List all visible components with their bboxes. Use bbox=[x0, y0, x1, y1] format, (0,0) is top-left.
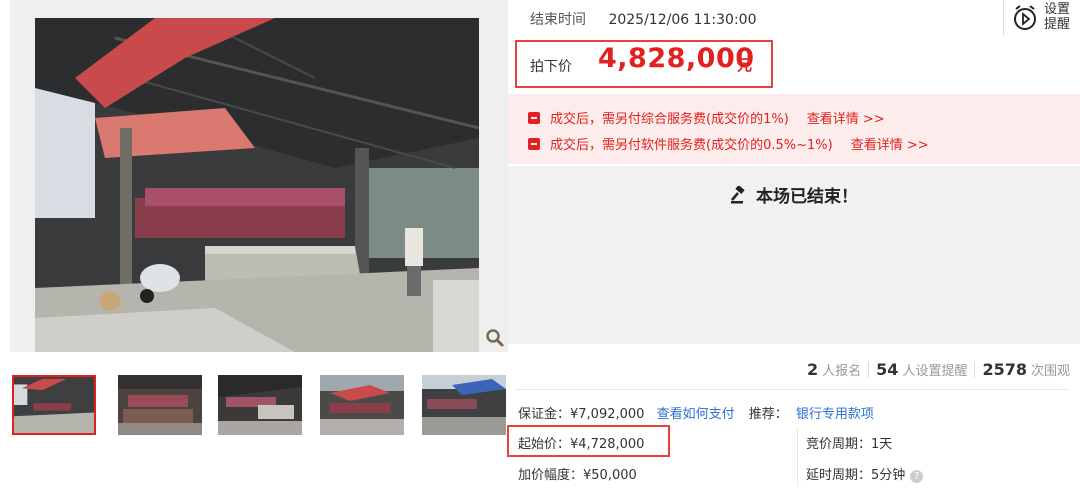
end-time-label: 结束时间 bbox=[530, 12, 586, 28]
main-photo[interactable] bbox=[35, 18, 479, 352]
bid-cycle: 竞价周期：1天 bbox=[806, 437, 893, 452]
signups-label: 人报名 bbox=[822, 364, 862, 379]
set-reminder-label: 设置 提醒 bbox=[1044, 2, 1071, 32]
stats-bar: 2 人报名 54 人设置提醒 2578 次围观 bbox=[807, 360, 1070, 379]
fee-details-link[interactable]: 查看详情 >> bbox=[807, 112, 885, 127]
set-reminder-button[interactable]: 设置 提醒 bbox=[1003, 0, 1076, 36]
fee-notice-row: 成交后，需另付软件服务费(成交价的0.5%~1%) 查看详情 >> bbox=[528, 134, 929, 153]
recommend-label: 推荐： bbox=[748, 407, 788, 422]
divider bbox=[974, 362, 976, 378]
divider bbox=[868, 362, 870, 378]
thumbnail-1[interactable] bbox=[12, 375, 96, 435]
how-to-pay-link[interactable]: 查看如何支付 bbox=[657, 407, 735, 422]
fee-notice-icon bbox=[528, 138, 540, 150]
thumbnail-3[interactable] bbox=[218, 375, 302, 435]
bid-increment: 加价幅度：¥50,000 bbox=[518, 468, 637, 483]
deposit-text: 保证金：¥7,092,000 bbox=[518, 407, 645, 422]
fee-details-link[interactable]: 查看详情 >> bbox=[851, 138, 929, 153]
fee-notice-text: 成交后，需另付综合服务费(成交价的1%) bbox=[550, 112, 789, 127]
zoom-icon[interactable] bbox=[485, 328, 505, 348]
deposit-row: 保证金：¥7,092,000 查看如何支付 推荐： 银行专用款项 bbox=[518, 403, 874, 422]
auction-ended-panel: 本场已结束！ bbox=[508, 166, 1080, 344]
final-price-label: 拍下价 bbox=[530, 59, 572, 75]
end-time-row: 结束时间 2025/12/06 11:30:00 bbox=[530, 9, 756, 29]
final-price-value: 4,828,000 bbox=[598, 43, 755, 74]
divider bbox=[515, 389, 1070, 390]
signups-count: 2 bbox=[807, 360, 819, 379]
auction-status: 本场已结束！ bbox=[508, 182, 1080, 207]
thumbnail-5[interactable] bbox=[422, 375, 506, 435]
column-divider bbox=[797, 428, 798, 486]
end-time-value: 2025/12/06 11:30:00 bbox=[608, 12, 757, 28]
final-price-unit: 元 bbox=[737, 56, 753, 74]
fee-notice-panel: 成交后，需另付综合服务费(成交价的1%) 查看详情 >> 成交后，需另付软件服务费… bbox=[508, 94, 1080, 164]
alarm-clock-icon bbox=[1014, 5, 1036, 30]
fee-notice-text: 成交后，需另付软件服务费(成交价的0.5%~1%) bbox=[550, 138, 833, 153]
auction-status-text: 本场已结束！ bbox=[756, 187, 858, 207]
bank-account-link[interactable]: 银行专用款项 bbox=[796, 407, 874, 422]
reminders-count: 54 bbox=[876, 360, 899, 379]
help-icon[interactable]: ? bbox=[910, 470, 924, 483]
gavel-icon bbox=[731, 186, 745, 204]
thumbnail-4[interactable] bbox=[320, 375, 404, 435]
thumbnail-strip bbox=[10, 375, 506, 439]
reminders-label: 人设置提醒 bbox=[902, 364, 968, 379]
start-price: 起始价：¥4,728,000 bbox=[518, 437, 645, 452]
fee-notice-icon bbox=[528, 112, 540, 124]
views-label: 次围观 bbox=[1030, 364, 1070, 379]
views-count: 2578 bbox=[982, 360, 1027, 379]
fee-notice-row: 成交后，需另付综合服务费(成交价的1%) 查看详情 >> bbox=[528, 108, 885, 127]
delay-cycle: 延时周期：5分钟 bbox=[806, 468, 906, 483]
thumbnail-2[interactable] bbox=[118, 375, 202, 435]
delay-cycle-row: 延时周期：5分钟? bbox=[806, 464, 924, 483]
